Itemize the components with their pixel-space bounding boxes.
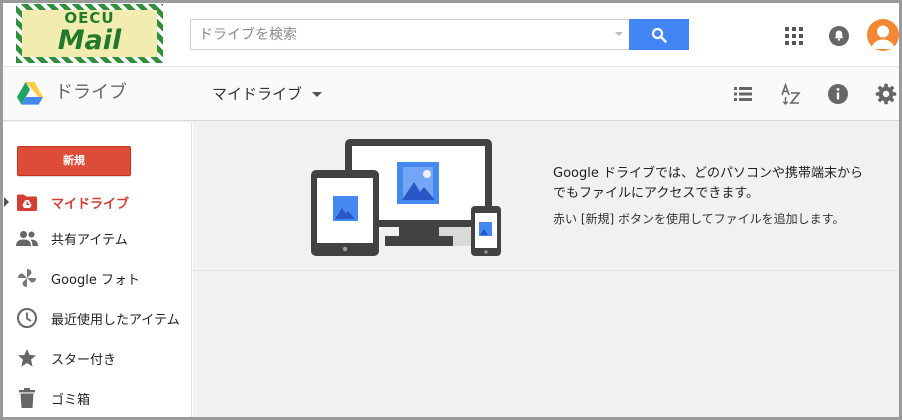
user-silhouette-icon <box>871 25 895 49</box>
search-input[interactable] <box>191 20 606 49</box>
oecu-mail-logo[interactable]: OECU Mail <box>16 4 163 63</box>
browser-frame: OECU Mail ドライブを検索 ドライブ マイドライブ 新規 マイドライブ … <box>0 0 902 420</box>
info-icon[interactable] <box>827 83 849 105</box>
apps-grid-icon[interactable] <box>785 27 803 45</box>
sort-az-icon[interactable] <box>780 83 802 105</box>
drive-app-title[interactable]: ドライブ <box>55 82 127 104</box>
multi-device-illustration <box>311 139 501 256</box>
empty-state-hint: 赤い [新規] ボタンを使用してファイルを追加します。 <box>553 212 845 226</box>
sidebar-item-starred[interactable]: スター付き <box>3 340 191 376</box>
main-content: Google ドライブでは、どのパソコンや携帯端末からでもファイルにアクセスでき… <box>193 122 899 417</box>
clock-icon <box>16 307 38 329</box>
trash-icon <box>16 387 38 409</box>
sidebar-item-recent[interactable]: 最近使用したアイテム <box>3 300 191 336</box>
logo-line-2: Mail <box>57 25 122 56</box>
logo-line-1: OECU <box>64 9 115 27</box>
account-avatar[interactable] <box>867 19 899 51</box>
empty-state-banner: Google ドライブでは、どのパソコンや携帯端末からでもファイルにアクセスでき… <box>193 122 899 271</box>
sidebar-item-google-photos[interactable]: Google フォト <box>3 260 191 296</box>
search-button[interactable] <box>629 19 689 50</box>
current-location-label: マイドライブ <box>212 85 303 103</box>
star-icon <box>16 347 38 369</box>
search-box <box>190 19 630 50</box>
top-bar: OECU Mail <box>3 3 899 66</box>
drive-folder-icon <box>16 191 38 213</box>
search-icon <box>651 27 667 43</box>
notifications-bell-icon[interactable] <box>828 25 850 47</box>
sidebar-item-label: マイドライブ <box>51 196 130 212</box>
settings-gear-icon[interactable] <box>875 83 897 105</box>
sidebar-item-label: 最近使用したアイテム <box>51 312 180 328</box>
new-button[interactable]: 新規 <box>17 146 131 176</box>
list-view-icon[interactable] <box>732 83 754 105</box>
pinwheel-icon <box>16 267 38 289</box>
my-drive-menu[interactable]: マイドライブ <box>212 83 323 105</box>
expand-arrow-icon[interactable] <box>4 197 9 207</box>
sidebar-item-trash[interactable]: ゴミ箱 <box>3 380 191 416</box>
drive-header: ドライブ マイドライブ <box>3 66 899 121</box>
sidebar-item-label: Google フォト <box>51 272 140 288</box>
sidebar-item-label: 共有アイテム <box>51 232 128 248</box>
people-icon <box>16 227 38 249</box>
sidebar-item-my-drive[interactable]: マイドライブ <box>3 184 191 220</box>
google-drive-logo-icon[interactable] <box>17 82 43 105</box>
search-options-dropdown-icon[interactable] <box>615 32 623 36</box>
sidebar-item-label: スター付き <box>51 352 117 368</box>
sidebar: 新規 マイドライブ 共有アイテム Google フォト 最近使用したアイテム ス… <box>3 122 192 417</box>
empty-state-headline: Google ドライブでは、どのパソコンや携帯端末からでもファイルにアクセスでき… <box>553 166 863 201</box>
caret-down-icon <box>312 91 323 97</box>
sidebar-item-shared[interactable]: 共有アイテム <box>3 220 191 256</box>
sidebar-item-label: ゴミ箱 <box>51 392 91 408</box>
